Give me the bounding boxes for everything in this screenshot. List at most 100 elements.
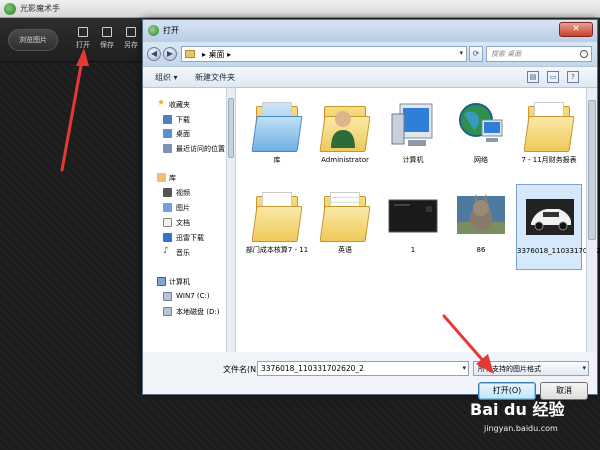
navigation-scroll-thumb[interactable] (228, 98, 234, 158)
command-bar: 组织 ▾ 新建文件夹 ▤ ▭ ? (143, 66, 597, 88)
nav-documents[interactable]: 文档 (143, 216, 226, 230)
search-input[interactable]: 搜索 桌面 (486, 46, 592, 62)
nav-documents-label: 文档 (176, 219, 190, 227)
file-item-selected-image[interactable]: 3376018_110331702620_2 (516, 184, 600, 270)
documents-icon (163, 218, 172, 227)
forward-button[interactable]: ▶ (163, 47, 177, 61)
music-icon: ♪ (163, 246, 169, 256)
help-icon[interactable]: ? (567, 71, 579, 83)
desktop-icon (163, 129, 172, 138)
file-item-finance-report[interactable]: 7 - 11月财务报表 (516, 94, 582, 180)
dialog-app-icon (148, 25, 159, 36)
folder-icon (251, 188, 303, 244)
file-list-scroll-thumb[interactable] (588, 100, 596, 240)
file-type-dropdown-icon[interactable]: ▾ (582, 364, 586, 372)
computer-icon (388, 98, 438, 154)
back-button[interactable]: ◀ (147, 47, 161, 61)
dialog-title: 打开 (163, 26, 179, 35)
baidu-jingyan-watermark: Bai du 经验 jingyan.baidu.com (470, 396, 600, 446)
file-item-label: 86 (476, 246, 486, 254)
save-as-icon (126, 27, 136, 37)
address-path: ▸ 桌面 ▸ (202, 49, 231, 60)
spreadsheet-folder-icon (319, 188, 371, 244)
nav-videos[interactable]: 视频 (143, 186, 226, 200)
nav-drive-c-label: WIN7 (C:) (176, 292, 210, 300)
computer-icon (157, 277, 166, 286)
file-list: 库 Administrator 计算机 网络 7 - 11月财务报表 部门成本核… (236, 88, 600, 352)
save-tool-label: 保存 (100, 41, 114, 49)
nav-computer-label: 计算机 (169, 278, 190, 286)
file-item-label: 计算机 (402, 156, 424, 164)
dialog-titlebar: 打开 ✕ (143, 20, 597, 42)
nav-music[interactable]: ♪ 音乐 (143, 246, 226, 260)
image-thumbnail-icon (388, 188, 438, 244)
filename-value: 3376018_110331702620_2 (261, 364, 364, 373)
file-item-label: 部门成本核算7 - 11 (245, 246, 309, 254)
file-item-network[interactable]: 网络 (448, 94, 514, 180)
nav-desktop[interactable]: 桌面 (143, 127, 226, 141)
address-path-segment[interactable]: 桌面 (209, 50, 225, 59)
save-as-tool-button[interactable]: 另存 (120, 27, 142, 57)
file-item-cost-accounting[interactable]: 部门成本核算7 - 11 (244, 184, 310, 270)
library-icon (157, 173, 166, 182)
organize-menu[interactable]: 组织 ▾ (155, 72, 178, 83)
nav-drive-c[interactable]: WIN7 (C:) (143, 290, 226, 304)
watermark-url: jingyan.baidu.com (484, 424, 558, 433)
nav-videos-label: 视频 (176, 189, 190, 197)
nav-computer[interactable]: 计算机 (143, 275, 226, 289)
nav-libraries[interactable]: 库 (143, 171, 226, 185)
nav-downloads-label: 下载 (176, 116, 190, 124)
drive-icon (163, 292, 172, 301)
star-icon: ★ (157, 98, 166, 108)
watermark-logo: Bai du 经验 (470, 400, 565, 419)
nav-downloads[interactable]: 下载 (143, 113, 226, 127)
file-item-library[interactable]: 库 (244, 94, 310, 180)
app-title: 光影魔术手 (20, 4, 60, 13)
view-options-icon[interactable]: ▤ (527, 71, 539, 83)
address-row: ◀ ▶ ▸ 桌面 ▸ ▾ ⟳ 搜索 桌面 (143, 42, 597, 66)
search-placeholder: 搜索 桌面 (491, 50, 522, 58)
save-tool-button[interactable]: 保存 (96, 27, 118, 57)
nav-drive-d[interactable]: 本地磁盘 (D:) (143, 305, 226, 319)
address-separator-trailing[interactable]: ▸ (227, 50, 231, 59)
downloads-icon (163, 115, 172, 124)
open-file-dialog: 打开 ✕ ◀ ▶ ▸ 桌面 ▸ ▾ ⟳ 搜索 桌面 组织 ▾ 新建文件夹 ▤ ▭… (142, 19, 600, 400)
new-folder-button[interactable]: 新建文件夹 (195, 72, 235, 83)
nav-favorites[interactable]: ★ 收藏夹 (143, 98, 226, 112)
thunder-download-icon (163, 233, 172, 242)
video-icon (163, 188, 172, 197)
nav-drive-d-label: 本地磁盘 (D:) (176, 308, 220, 316)
filename-row: 文件名(N): 3376018_110331702620_2 ▾ 所有支持的图片… (143, 352, 597, 400)
file-item-label: 7 - 11月财务报表 (521, 156, 577, 164)
save-as-tool-label: 另存 (124, 41, 138, 49)
nav-recent[interactable]: 最近访问的位置 (143, 142, 226, 156)
browse-images-button[interactable]: 浏览图片 (8, 29, 58, 51)
filename-input[interactable]: 3376018_110331702620_2 ▾ (257, 361, 469, 376)
navigation-pane: ★ 收藏夹 下载 桌面 最近访问的位置 库 视频 图片 文档 迅雷下载 ♪ 音乐… (143, 88, 227, 352)
file-item-label: 1 (410, 246, 416, 254)
file-item-computer[interactable]: 计算机 (380, 94, 446, 180)
file-item-86[interactable]: 86 (448, 184, 514, 270)
nav-pictures[interactable]: 图片 (143, 201, 226, 215)
nav-thunder[interactable]: 迅雷下载 (143, 231, 226, 245)
recent-places-icon (163, 144, 172, 153)
file-item-1[interactable]: 1 (380, 184, 446, 270)
red-arrow-open-tool-icon (60, 48, 89, 172)
preview-pane-icon[interactable]: ▭ (547, 71, 559, 83)
address-dropdown-icon[interactable]: ▾ (459, 49, 463, 57)
navigation-scrollbar[interactable] (227, 88, 236, 352)
address-bar[interactable]: ▸ 桌面 ▸ ▾ (181, 46, 467, 62)
address-separator: ▸ (202, 50, 207, 59)
app-logo-icon (4, 3, 16, 15)
file-item-administrator[interactable]: Administrator (312, 94, 378, 180)
file-list-scrollbar[interactable] (586, 88, 597, 352)
file-item-label: Administrator (321, 156, 369, 164)
file-item-label: 库 (273, 156, 281, 164)
user-folder-icon (319, 98, 371, 154)
file-item-english[interactable]: 英语 (312, 184, 378, 270)
library-folder-icon (251, 98, 303, 154)
dialog-close-button[interactable]: ✕ (559, 22, 593, 37)
nav-recent-label: 最近访问的位置 (176, 145, 225, 153)
app-titlebar: 光影魔术手 (0, 0, 600, 18)
refresh-button[interactable]: ⟳ (469, 46, 483, 62)
